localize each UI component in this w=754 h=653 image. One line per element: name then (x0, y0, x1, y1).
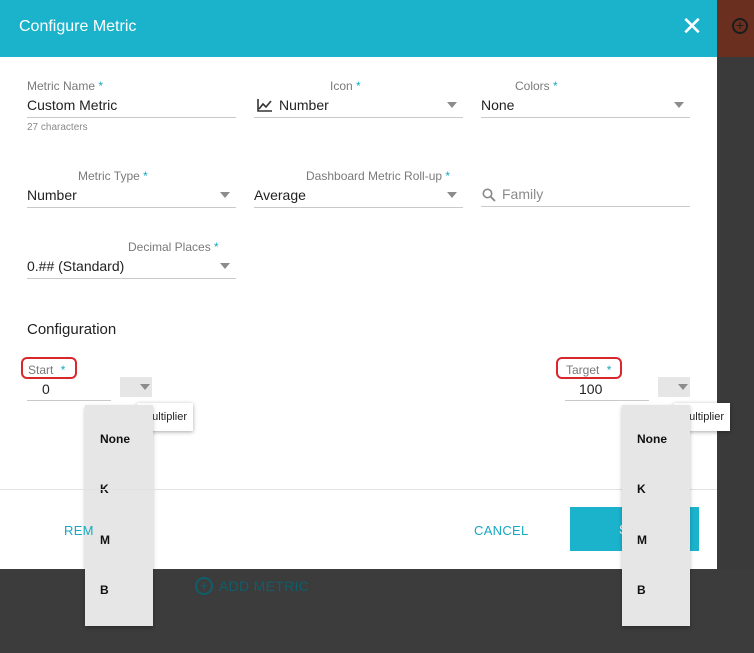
chevron-down-icon (447, 192, 457, 198)
rollup-value: Average (254, 187, 306, 203)
metric-name-underline (27, 117, 236, 118)
colors-select-value: None (481, 97, 515, 113)
add-circle-icon[interactable]: + (732, 18, 748, 34)
rollup-select[interactable]: Average (254, 184, 463, 208)
decimal-places-value: 0.## (Standard) (27, 258, 125, 274)
icon-underline (254, 117, 463, 118)
required-marker: * (356, 79, 361, 93)
start-multiplier-menu: None K M B (85, 405, 153, 626)
required-marker: * (60, 363, 66, 377)
target-multiplier-select[interactable] (658, 377, 690, 397)
chevron-down-icon (678, 384, 688, 390)
add-metric-label: ADD METRIC (219, 578, 310, 594)
rollup-underline (254, 207, 463, 208)
colors-select[interactable]: None (481, 94, 690, 118)
metric-type-label-text: Metric Type (78, 169, 140, 183)
rollup-label-text: Dashboard Metric Roll-up (306, 169, 443, 183)
family-search-input[interactable]: Family (481, 183, 690, 207)
menu-item-m[interactable]: M (85, 533, 153, 547)
dialog-title: Configure Metric (19, 18, 137, 35)
decimal-places-label: Decimal Places * (128, 240, 219, 254)
menu-item-m[interactable]: M (622, 533, 690, 547)
decimal-places-underline (27, 278, 236, 279)
icon-label-text: Icon (330, 79, 353, 93)
metric-type-select[interactable]: Number (27, 184, 236, 208)
decimal-places-label-text: Decimal Places (128, 240, 211, 254)
metric-type-label: Metric Type * (78, 169, 148, 183)
add-metric-button[interactable]: + ADD METRIC (195, 576, 309, 596)
colors-underline (481, 117, 690, 118)
configure-metric-dialog: Configure Metric ✕ Metric Name * Custom … (0, 0, 717, 626)
metric-name-input[interactable]: Custom Metric (27, 97, 117, 113)
icon-select-value: Number (279, 97, 329, 113)
footer-divider (0, 489, 717, 490)
required-marker: * (553, 79, 558, 93)
metric-name-char-count: 27 characters (27, 122, 88, 133)
menu-item-k[interactable]: K (622, 482, 690, 496)
chevron-down-icon (220, 192, 230, 198)
target-label: Target * (566, 363, 611, 377)
start-underline (27, 400, 111, 401)
target-multiplier-menu: None K M B (622, 405, 690, 626)
icon-label: Icon * (330, 79, 361, 93)
metric-type-value: Number (27, 187, 77, 203)
rollup-label: Dashboard Metric Roll-up * (306, 169, 450, 183)
chevron-down-icon (220, 263, 230, 269)
add-circle-icon: + (195, 577, 213, 595)
start-label: Start * (28, 363, 65, 377)
target-input[interactable]: 100 (579, 381, 602, 397)
family-underline (481, 206, 690, 207)
chevron-down-icon (140, 384, 150, 390)
search-icon (482, 188, 496, 202)
remove-button[interactable]: REM (64, 523, 94, 538)
line-chart-icon (257, 99, 272, 112)
start-label-text: Start (28, 363, 54, 377)
required-marker: * (445, 169, 451, 183)
menu-item-b[interactable]: B (622, 583, 690, 597)
metric-type-underline (27, 207, 236, 208)
menu-item-b[interactable]: B (85, 583, 153, 597)
target-label-text: Target (566, 363, 600, 377)
required-marker: * (98, 79, 104, 93)
start-input[interactable]: 0 (42, 381, 50, 397)
colors-label: Colors * (515, 79, 558, 93)
menu-item-none[interactable]: None (622, 432, 690, 446)
required-marker: * (606, 363, 612, 377)
metric-name-label-text: Metric Name (27, 79, 96, 93)
required-marker: * (214, 240, 219, 254)
chevron-down-icon (447, 102, 457, 108)
start-multiplier-select[interactable] (120, 377, 152, 397)
required-marker: * (143, 169, 148, 183)
decimal-places-select[interactable]: 0.## (Standard) (27, 255, 236, 279)
metric-name-label: Metric Name * (27, 79, 103, 93)
icon-select[interactable]: Number (254, 94, 463, 118)
configuration-heading: Configuration (27, 321, 117, 338)
target-underline (565, 400, 649, 401)
cancel-button[interactable]: CANCEL (474, 523, 529, 538)
colors-label-text: Colors (515, 79, 550, 93)
menu-item-none[interactable]: None (85, 432, 153, 446)
background-page-right (717, 0, 754, 569)
family-placeholder: Family (502, 186, 544, 202)
close-icon[interactable]: ✕ (680, 13, 704, 39)
chevron-down-icon (674, 102, 684, 108)
